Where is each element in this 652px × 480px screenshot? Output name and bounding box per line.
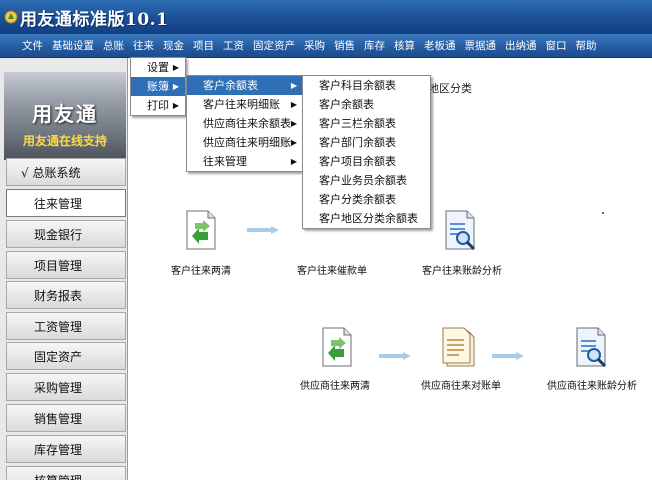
customer-dunning-label[interactable]: 客户往来催款单 xyxy=(297,262,367,277)
sidebar-item-payroll[interactable]: 工资管理 xyxy=(6,312,126,340)
menu-purchase[interactable]: 采购 xyxy=(304,38,325,53)
menu-item-account-balance[interactable]: 客户科目余额表 xyxy=(303,76,430,95)
chevron-right-icon: ▶ xyxy=(290,157,297,166)
chevron-right-icon: ▶ xyxy=(290,100,297,109)
menu-item-project-balance[interactable]: 客户项目余额表 xyxy=(303,152,430,171)
menu-project[interactable]: 项目 xyxy=(193,38,214,53)
window-title: 用友通标准版10.1 xyxy=(20,9,169,30)
chevron-right-icon: ▶ xyxy=(290,81,297,90)
chevron-right-icon: ▶ xyxy=(172,101,179,110)
menu-receivables[interactable]: 往来 xyxy=(133,38,154,53)
customer-clear-label[interactable]: 客户往来两清 xyxy=(171,262,231,277)
menu-general-ledger[interactable]: 总账 xyxy=(103,38,124,53)
region-class-label[interactable]: 地区分类 xyxy=(428,80,472,96)
flow-arrow-icon xyxy=(492,352,524,360)
receivables-menu: 设置 ▶ 账簿 ▶ 打印 ▶ xyxy=(130,57,186,116)
menu-item-customer-detail[interactable]: 客户往来明细账 ▶ xyxy=(187,95,303,114)
menu-item-balance[interactable]: 客户余额表 xyxy=(303,95,430,114)
flow-arrow-icon xyxy=(247,226,279,234)
chevron-right-icon: ▶ xyxy=(290,138,297,147)
chevron-right-icon: ▶ xyxy=(172,63,179,72)
menu-bills[interactable]: 票据通 xyxy=(465,38,497,53)
menu-boss[interactable]: 老板通 xyxy=(424,38,456,53)
supplier-statement-label[interactable]: 供应商往来对账单 xyxy=(421,377,501,392)
menu-payroll[interactable]: 工资 xyxy=(223,38,244,53)
menu-cash[interactable]: 现金 xyxy=(163,38,184,53)
menu-item-print[interactable]: 打印 ▶ xyxy=(131,96,185,115)
menu-item-ledgers[interactable]: 账簿 ▶ xyxy=(131,77,185,96)
menu-item-customer-balance[interactable]: 客户余额表 ▶ xyxy=(187,76,303,95)
menu-fixed-assets[interactable]: 固定资产 xyxy=(253,38,295,53)
sidebar-item-fixed-assets[interactable]: 固定资产 xyxy=(6,342,126,370)
supplier-clear-label[interactable]: 供应商往来两清 xyxy=(300,377,370,392)
menu-item-supplier-balance[interactable]: 供应商往来余额表 ▶ xyxy=(187,114,303,133)
menu-item-settings[interactable]: 设置 ▶ xyxy=(131,58,185,77)
sidebar: 用友通 用友通在线支持 √ 总账系统 往来管理 现金银行 项目管理 财务报表 工… xyxy=(0,58,128,480)
sidebar-item-project[interactable]: 项目管理 xyxy=(6,251,126,279)
supplier-statement-icon[interactable] xyxy=(441,327,475,367)
chevron-right-icon: ▶ xyxy=(172,82,179,91)
supplier-clear-icon[interactable] xyxy=(320,327,354,367)
menu-item-receivables-mgmt[interactable]: 往来管理 ▶ xyxy=(187,152,303,171)
customer-balance-submenu: 客户科目余额表 客户余额表 客户三栏余额表 客户部门余额表 客户项目余额表 客户… xyxy=(302,75,431,229)
logo-panel: 用友通 用友通在线支持 xyxy=(4,72,126,160)
menu-window[interactable]: 窗口 xyxy=(546,38,567,53)
logo: 用友通 xyxy=(32,102,98,126)
supplier-aging-label[interactable]: 供应商往来账龄分析 xyxy=(547,377,637,392)
sidebar-item-general-ledger[interactable]: √ 总账系统 xyxy=(6,158,126,186)
menu-accounting[interactable]: 核算 xyxy=(394,38,415,53)
customer-aging-label[interactable]: 客户往来账龄分析 xyxy=(422,262,502,277)
menu-bar: 文件 基础设置 总账 往来 现金 项目 工资 固定资产 采购 销售 库存 核算 … xyxy=(0,34,652,58)
menu-item-salesperson[interactable]: 客户业务员余额表 xyxy=(303,171,430,190)
menu-help[interactable]: 帮助 xyxy=(576,38,597,53)
stray-dot xyxy=(602,212,604,214)
chevron-right-icon: ▶ xyxy=(290,119,297,128)
menu-item-three-column[interactable]: 客户三栏余额表 xyxy=(303,114,430,133)
menu-file[interactable]: 文件 xyxy=(22,38,43,53)
sidebar-item-purchase[interactable]: 采购管理 xyxy=(6,373,126,401)
sidebar-item-inventory[interactable]: 库存管理 xyxy=(6,435,126,463)
app-icon xyxy=(4,10,18,24)
menu-cashier[interactable]: 出纳通 xyxy=(505,38,537,53)
sidebar-item-cash-bank[interactable]: 现金银行 xyxy=(6,220,126,248)
flow-arrow-icon xyxy=(379,352,411,360)
title-bar: 用友通标准版10.1 xyxy=(0,0,652,34)
menu-inventory[interactable]: 库存 xyxy=(364,38,385,53)
online-support-link[interactable]: 用友通在线支持 xyxy=(4,132,126,149)
menu-item-category[interactable]: 客户分类余额表 xyxy=(303,190,430,209)
menu-item-region-category[interactable]: 客户地区分类余额表 xyxy=(303,209,430,228)
sidebar-item-reports[interactable]: 财务报表 xyxy=(6,281,126,309)
customer-clear-icon[interactable] xyxy=(184,210,218,250)
menu-item-department[interactable]: 客户部门余额表 xyxy=(303,133,430,152)
sidebar-item-receivables[interactable]: 往来管理 xyxy=(6,189,126,217)
supplier-aging-icon[interactable] xyxy=(574,327,608,367)
sidebar-item-accounting[interactable]: 核算管理 xyxy=(6,466,126,480)
menu-item-supplier-detail[interactable]: 供应商往来明细账 ▶ xyxy=(187,133,303,152)
sidebar-item-sales[interactable]: 销售管理 xyxy=(6,404,126,432)
menu-basic-settings[interactable]: 基础设置 xyxy=(52,38,94,53)
menu-sales[interactable]: 销售 xyxy=(334,38,355,53)
customer-aging-icon[interactable] xyxy=(443,210,477,250)
ledgers-submenu: 客户余额表 ▶ 客户往来明细账 ▶ 供应商往来余额表 ▶ 供应商往来明细账 ▶ 往来管理… xyxy=(186,75,304,172)
